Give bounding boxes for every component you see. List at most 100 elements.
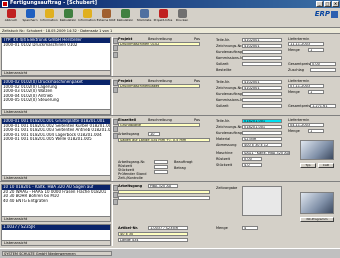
operation-list[interactable]: 10 10 018201 - Kaltk. HBA 320 AU Sägen a… [1, 184, 111, 222]
toolbar-button[interactable]: Information [40, 9, 58, 27]
nc-program-button[interactable]: NC-Programm [300, 217, 334, 222]
field-label: Zeichnungs-Nr. [216, 44, 243, 48]
list-item[interactable]: 1000-05 0102(0) Steuerung [2, 98, 110, 103]
description-field[interactable]: Druckmaschinen 0102 [118, 42, 200, 46]
operation-form: Arbeitsgang HBA 320 AU Artikel-Nr. 1.003… [118, 184, 338, 246]
field-label: Stückzeit [216, 163, 233, 167]
drawing-number-field[interactable]: 018201.001 [242, 125, 282, 129]
field-label: Kundenauftrag [216, 92, 242, 96]
field-label: Menge [288, 90, 300, 94]
toolbar: ERP Abbruch Speichern Information Kalkulati… [0, 8, 340, 28]
operation-text-field[interactable]: Sägen auf Länge 434 mm +/- 0,5 mm [118, 138, 210, 142]
field-label: Kundenauftrag [216, 131, 242, 135]
drawing-number-field[interactable]: 4102001 [242, 44, 282, 48]
toolbar-button[interactable]: Kalkulation [60, 9, 76, 27]
order-row-3: 1000-01 001 018201.001 Grundplatte 01820… [0, 116, 340, 182]
toolbar-button[interactable]: Information [78, 9, 96, 27]
list-footer[interactable]: Listenansicht [2, 240, 110, 245]
field-label: Beschreibung [148, 118, 172, 122]
customer-order-field[interactable] [242, 131, 282, 135]
quantity-field[interactable]: 1 [308, 90, 324, 94]
close-button[interactable]: × [332, 1, 339, 7]
field-label: Teile-Nr. [216, 38, 230, 42]
list-footer[interactable]: Listenansicht [2, 175, 110, 180]
quantity-field[interactable]: 4 [242, 226, 258, 230]
cancel-icon [6, 9, 16, 18]
toolbar-button[interactable]: Projekt-Infos [154, 9, 172, 27]
operation-text-field[interactable] [118, 196, 210, 200]
price-field[interactable]: 1.271,61 [310, 104, 336, 108]
field-label: Pos [194, 79, 200, 83]
info-icon [82, 9, 92, 18]
unit-time-field[interactable]: 4,0 [242, 163, 262, 167]
article-field[interactable]: 1.0037 / S235JR [148, 226, 188, 230]
article-list[interactable]: 1.0037 / S235JR Listenansicht [1, 224, 111, 246]
toolbar-button[interactable]: Abbruch [3, 9, 19, 27]
field-label: Liefertermin [288, 37, 310, 41]
part-number-field[interactable]: 018201.001 [242, 119, 282, 123]
field-label: Kommissions-Nr. [216, 56, 245, 60]
list-footer[interactable]: Listenansicht [2, 70, 110, 75]
field-label: Menge [288, 48, 300, 52]
customer-order-field[interactable] [242, 92, 282, 96]
delivery-date-field[interactable]: 11.11.2003 [288, 42, 324, 46]
toolbar-button[interactable]: Externe KOZ [97, 9, 115, 27]
ag-value-field[interactable] [154, 165, 168, 169]
customer-order-field[interactable] [242, 50, 282, 54]
part-number-field[interactable]: 4102001 [242, 80, 282, 84]
drawing-number-field[interactable]: 4102001 [242, 86, 282, 90]
order-list-2[interactable]: 1000-02 0102(0) Druckmaschinenpaket 1000… [1, 79, 111, 115]
maximize-button[interactable]: □ [324, 1, 331, 7]
quantity-field[interactable]: 1 [308, 129, 324, 133]
field-label: Beauftragt [174, 160, 193, 164]
list-item[interactable]: 1000-01 001 018201.005 Welle 018201.005 [2, 137, 110, 142]
drawing-button[interactable]: Typ [300, 163, 316, 168]
machine-image[interactable] [300, 192, 334, 214]
operation-text-field[interactable] [118, 190, 210, 194]
list-footer[interactable]: Listenansicht [2, 216, 110, 221]
target-time-field[interactable] [242, 62, 282, 66]
row-side-buttons [112, 37, 118, 76]
application-window: Fertigungsauftrag - [Schubert] _ □ × ERP… [0, 0, 340, 258]
list-item[interactable]: 1000-01 0102 Druckmaschinen 0102 [2, 43, 110, 48]
order-list-3[interactable]: 1000-01 001 018201.001 Grundplatte 01820… [1, 118, 111, 181]
dimension-field[interactable]: 400 x 30 x 12 [242, 143, 282, 147]
commission-field[interactable] [242, 56, 282, 60]
minimize-button[interactable]: _ [316, 1, 323, 7]
price-field[interactable]: 0,00 [310, 62, 336, 66]
field-label: Betrag [174, 166, 186, 170]
surcharge-field[interactable] [310, 68, 336, 72]
list-item[interactable]: 40 40 ENTG Entgraten [2, 199, 110, 204]
list-footer[interactable]: Listenansicht [2, 109, 110, 114]
field-label: Zuschlag [288, 68, 304, 72]
operation-field[interactable]: HBA 320 AU [148, 184, 178, 188]
ag-value-field[interactable] [154, 170, 168, 174]
toolbar-button[interactable]: Stückliste [136, 9, 152, 27]
setup-time-field[interactable]: 0,00 [242, 157, 262, 161]
part-drawing-image[interactable] [300, 140, 334, 160]
operation-number-field[interactable]: 10 [148, 132, 160, 136]
cad-button[interactable]: CAD [318, 163, 334, 168]
delivery-date-field[interactable]: 04.11.2003 [288, 123, 324, 127]
toolbar-button-label: Drucken [175, 18, 189, 22]
delivery-date-field[interactable]: 07.11.2003 [288, 84, 324, 88]
list-item-selected[interactable]: 1.0037 / S235JR [2, 225, 110, 230]
toolbar-button[interactable]: Drucken [174, 9, 190, 27]
material-field[interactable]: S235JR [242, 137, 282, 141]
target-time-field[interactable] [242, 104, 282, 108]
time-table[interactable] [242, 186, 282, 216]
ag-value-field[interactable] [154, 160, 168, 164]
quantity-field[interactable]: 1 [308, 48, 324, 52]
calculator-icon [63, 9, 73, 18]
length-field[interactable]: Länge 434 [118, 238, 188, 242]
field-label: Pos [194, 118, 200, 122]
description-field[interactable]: Druckmaschinenpaket [118, 84, 200, 88]
toolbar-button[interactable]: Speichern [22, 9, 38, 27]
dimension-field[interactable]: 40 x 30 [118, 232, 188, 236]
part-number-field[interactable]: 4102001 [242, 38, 282, 42]
order-list-1[interactable]: TYP: 4X 4/4 Elektronik GmbH Hersteller 1… [1, 37, 111, 76]
commission-field[interactable] [242, 98, 282, 102]
toolbar-button[interactable]: Kalkulation [117, 9, 133, 27]
description-field[interactable]: Grundplatte [118, 123, 200, 127]
machine-field[interactable]: SAG1 · Kaltk. HBA 320 AU [242, 151, 290, 155]
